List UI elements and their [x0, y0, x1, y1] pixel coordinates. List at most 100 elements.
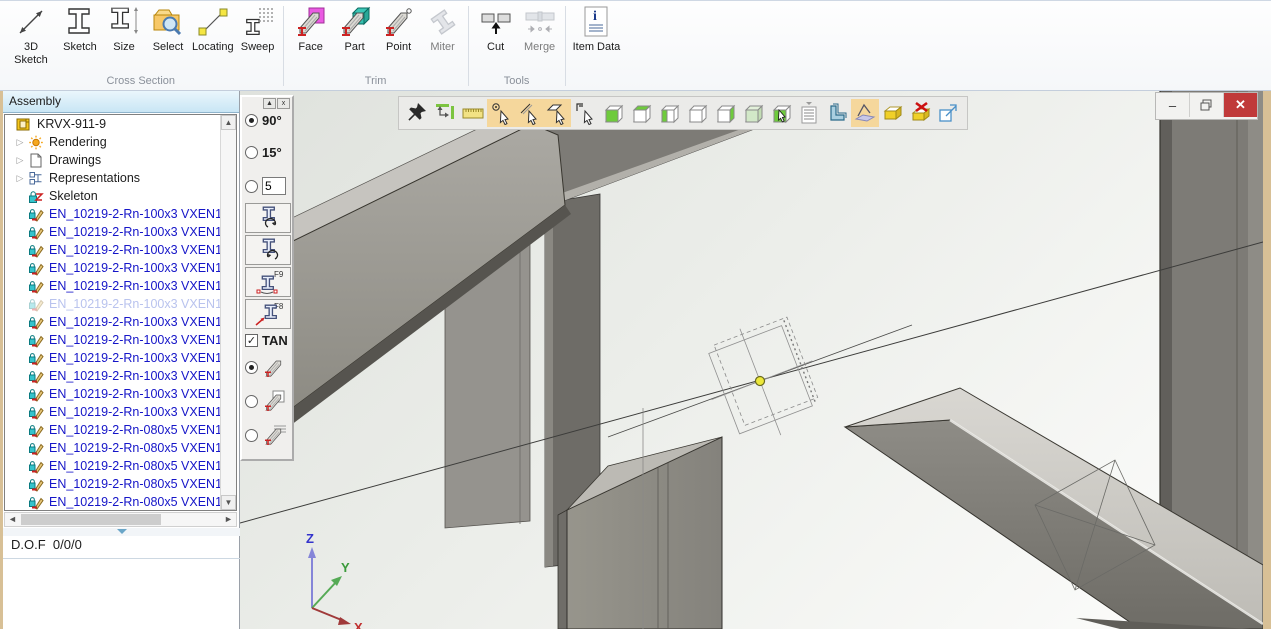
tree-item-label: EN_10219-2-Rn-100x3 VXEN1021	[49, 351, 237, 365]
tree-item-part[interactable]: EN_10219-2-Rn-080x5 VXEN1021	[5, 457, 236, 475]
custom-angle-input[interactable]	[262, 177, 286, 195]
direction-button[interactable]: F8	[245, 299, 291, 329]
tree-item-part[interactable]: EN_10219-2-Rn-100x3 VXEN1021	[5, 277, 236, 295]
angle-option-custom[interactable]	[245, 177, 286, 195]
angle-option-90[interactable]: 90°	[245, 113, 282, 128]
tree-item-part[interactable]: EN_10219-2-Rn-100x3 VXEN1021	[5, 259, 236, 277]
tree-item-part[interactable]: EN_10219-2-Rn-100x3 VXEN1021	[5, 313, 236, 331]
snap-point-marker[interactable]	[754, 375, 766, 387]
axis-z-label: Z	[306, 531, 314, 546]
cube-top-icon[interactable]	[627, 99, 655, 127]
tree-item-krvx-911-9[interactable]: KRVX-911-9	[5, 115, 236, 133]
panel-collapse-button[interactable]: ▲	[263, 98, 276, 109]
expand-arrow-icon[interactable]: ▷	[13, 173, 27, 184]
tree-horizontal-scrollbar[interactable]: ◄ ►	[4, 512, 237, 527]
3d-sketch-button[interactable]: 3D Sketch	[4, 3, 58, 67]
minimize-button[interactable]: –	[1156, 93, 1190, 117]
scroll-left-button[interactable]: ◄	[5, 513, 20, 526]
radio-button[interactable]	[245, 429, 258, 442]
tree-vertical-scrollbar[interactable]: ▲ ▼	[220, 115, 236, 510]
tree-item-representations[interactable]: ▷Representations	[5, 169, 236, 187]
tree-item-skeleton[interactable]: Skeleton	[5, 187, 236, 205]
box-open-icon[interactable]	[879, 99, 907, 127]
render-list-icon[interactable]	[795, 99, 823, 127]
locating-icon	[196, 5, 230, 39]
tree-item-drawings[interactable]: ▷Drawings	[5, 151, 236, 169]
item-data-icon: i	[579, 5, 613, 39]
rotate-ccw-button[interactable]	[245, 203, 291, 233]
snap-face-icon[interactable]	[543, 99, 571, 127]
viewport-toolbar	[398, 96, 968, 130]
tangent-option[interactable]: ✓ TAN	[245, 333, 288, 348]
ribbon-toolbar: 3D SketchSketchSizeSelectLocatingSweepCr…	[0, 0, 1271, 91]
panel-splitter[interactable]	[3, 528, 240, 536]
cube-right-icon[interactable]	[711, 99, 739, 127]
cube-solid-icon[interactable]	[599, 99, 627, 127]
cube-left-icon[interactable]	[655, 99, 683, 127]
scroll-up-button[interactable]: ▲	[221, 115, 236, 130]
part-button[interactable]: Part	[333, 3, 377, 54]
tree-item-part[interactable]: EN_10219-2-Rn-100x3 VXEN1021	[5, 223, 236, 241]
locating-button[interactable]: Locating	[190, 3, 236, 54]
tree-item-rendering[interactable]: ▷Rendering	[5, 133, 236, 151]
mode-option-beam-face[interactable]	[245, 389, 288, 414]
sweep-button[interactable]: Sweep	[236, 3, 280, 54]
item-data-button[interactable]: iItem Data	[571, 3, 623, 54]
tree-item-part[interactable]: EN_10219-2-Rn-100x3 VXEN1021	[5, 349, 236, 367]
pin-icon[interactable]	[403, 99, 431, 127]
tree-item-part[interactable]: EN_10219-2-Rn-100x3 VXEN1021	[5, 205, 236, 223]
cut-button[interactable]: Cut	[474, 3, 518, 54]
cube-wire-icon[interactable]	[683, 99, 711, 127]
select-button[interactable]: Select	[146, 3, 190, 54]
radio-button[interactable]	[245, 180, 258, 193]
angle-option-15[interactable]: 15°	[245, 145, 282, 160]
face-button[interactable]: Face	[289, 3, 333, 54]
cube-shaded-icon[interactable]	[739, 99, 767, 127]
expand-arrow-icon[interactable]: ▷	[13, 155, 27, 166]
snap-line-icon[interactable]	[515, 99, 543, 127]
tree-item-part[interactable]: EN_10219-2-Rn-100x3 VXEN1021	[5, 367, 236, 385]
radio-button[interactable]	[245, 361, 258, 374]
rotate-cw-button[interactable]	[245, 235, 291, 265]
sketch-button[interactable]: Sketch	[58, 3, 102, 54]
tree-item-part[interactable]: EN_10219-2-Rn-100x3 VXEN1021	[5, 331, 236, 349]
tree-item-part[interactable]: EN_10219-2-Rn-080x5 VXEN1021	[5, 475, 236, 493]
tree-item-part[interactable]: EN_10219-2-Rn-100x3 VXEN1021	[5, 403, 236, 421]
expand-arrow-icon[interactable]: ▷	[13, 137, 27, 148]
profile-l-icon[interactable]	[823, 99, 851, 127]
tree-item-part[interactable]: EN_10219-2-Rn-080x5 VXEN1021	[5, 493, 236, 511]
ruler-icon[interactable]	[459, 99, 487, 127]
radio-button[interactable]	[245, 395, 258, 408]
mode-option-beam-plain[interactable]	[245, 355, 288, 380]
radio-button[interactable]	[245, 114, 258, 127]
pan-measure-icon[interactable]	[431, 99, 459, 127]
snap-edge-icon[interactable]	[571, 99, 599, 127]
scroll-right-button[interactable]: ►	[221, 513, 236, 526]
cube-select-icon[interactable]	[767, 99, 795, 127]
button-label: Locating	[192, 41, 234, 54]
model-viewport[interactable]: Z Y X –✕	[240, 91, 1263, 629]
flip-button[interactable]: F9	[245, 267, 291, 297]
tree-item-part[interactable]: EN_10219-2-Rn-080x5 VXEN1021	[5, 421, 236, 439]
snap-point-icon[interactable]	[487, 99, 515, 127]
tree-item-part[interactable]: EN_10219-2-Rn-100x3 VXEN1021	[5, 241, 236, 259]
radio-button[interactable]	[245, 146, 258, 159]
scroll-down-button[interactable]: ▼	[221, 495, 236, 510]
restore-button[interactable]	[1190, 93, 1224, 117]
mode-option-beam-hatch[interactable]	[245, 423, 288, 448]
point-button[interactable]: Point	[377, 3, 421, 54]
merge-button: Merge	[518, 3, 562, 54]
tree-item-label: Skeleton	[49, 189, 98, 203]
tree-item-part[interactable]: EN_10219-2-Rn-100x3 VXEN1021	[5, 385, 236, 403]
tangent-checkbox[interactable]: ✓	[245, 334, 258, 347]
size-button[interactable]: Size	[102, 3, 146, 54]
export-view-icon[interactable]	[935, 99, 963, 127]
scrollbar-thumb[interactable]	[21, 514, 161, 525]
panel-close-button[interactable]: x	[277, 98, 290, 109]
tree-item-part[interactable]: EN_10219-2-Rn-100x3 VXEN1021	[5, 295, 236, 313]
box-delete-icon[interactable]	[907, 99, 935, 127]
tree-item-part[interactable]: EN_10219-2-Rn-080x5 VXEN1021	[5, 439, 236, 457]
section-placement-target[interactable]	[691, 309, 833, 454]
section-plane-icon[interactable]	[851, 99, 879, 127]
close-button[interactable]: ✕	[1224, 93, 1257, 117]
